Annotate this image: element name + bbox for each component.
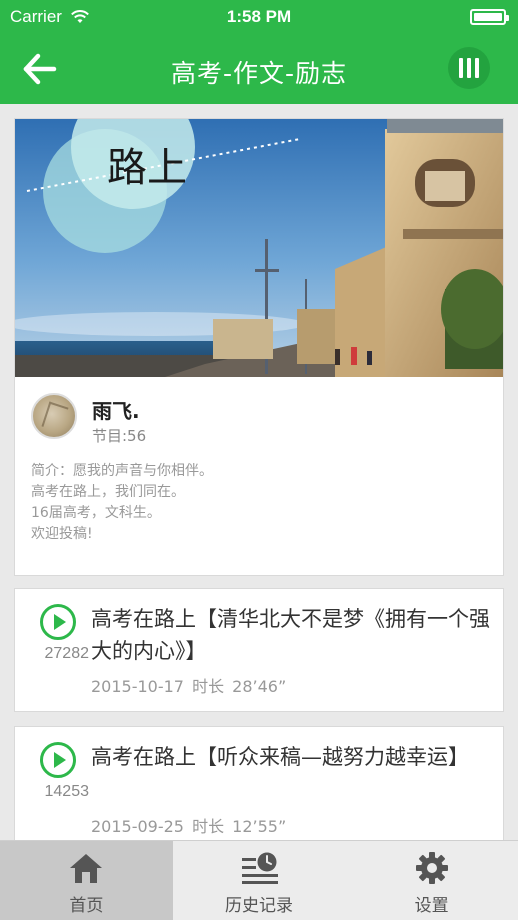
home-icon [70, 854, 103, 883]
cover-image: 路上 [15, 119, 503, 377]
episode-count: 节目:56 [92, 427, 147, 445]
profile-card: 路上 雨飞. 节目:56 简介：愿我的声音与你相伴。 高考在路上，我们同在。 1… [14, 118, 504, 576]
play-icon[interactable] [39, 603, 77, 641]
episode-date: 2015-10-17 [91, 677, 184, 696]
play-count: 27282 [44, 645, 90, 662]
episode-item[interactable]: 14253 高考在路上【听众来稿—越努力越幸运】 2015-09-25 时长 1… [14, 726, 504, 840]
tab-history-label: 历史记录 [225, 896, 293, 916]
tab-bar: 首页 历史记录 设置 [0, 840, 518, 920]
play-icon[interactable] [39, 741, 77, 779]
episode-title: 高考在路上【清华北大不是梦《拥有一个强大的内心》】 [91, 607, 490, 663]
tab-settings-label: 设置 [414, 896, 449, 916]
tab-history[interactable]: 历史记录 [173, 841, 346, 920]
status-bar: Carrier 1:58 PM [0, 0, 518, 34]
battery-icon [470, 9, 509, 25]
episode-title: 高考在路上【听众来稿—越努力越幸运】 [91, 745, 469, 769]
equalizer-icon [459, 58, 463, 78]
nav-bar: 高考-作文-励志 [0, 34, 518, 104]
episode-duration: 时长 28’46” [192, 677, 287, 696]
history-icon [242, 852, 278, 884]
gear-icon [415, 852, 448, 884]
play-count: 14253 [44, 783, 90, 800]
tab-home-label: 首页 [69, 896, 104, 916]
author-name: 雨飞. [92, 399, 140, 423]
content-scroll[interactable]: 路上 雨飞. 节目:56 简介：愿我的声音与你相伴。 高考在路上，我们同在。 1… [0, 104, 518, 840]
tab-settings[interactable]: 设置 [345, 841, 518, 920]
status-time: 1:58 PM [226, 7, 292, 26]
now-playing-button[interactable] [448, 47, 490, 89]
tab-home[interactable]: 首页 [0, 841, 173, 920]
episode-item[interactable]: 27282 高考在路上【清华北大不是梦《拥有一个强大的内心》】 2015-10-… [14, 588, 504, 712]
episode-meta: 2015-10-17 时长 28’46” [91, 673, 286, 697]
avatar[interactable] [31, 393, 77, 439]
episode-meta: 2015-09-25 时长 12’55” [91, 813, 286, 837]
bio-text: 简介：愿我的声音与你相伴。 高考在路上，我们同在。 16届高考，文科生。 欢迎投… [31, 463, 213, 542]
episode-date: 2015-09-25 [91, 817, 184, 836]
cover-title: 路上 [107, 145, 187, 191]
episode-duration: 时长 12’55” [192, 817, 287, 836]
page-title: 高考-作文-励志 [170, 59, 348, 88]
